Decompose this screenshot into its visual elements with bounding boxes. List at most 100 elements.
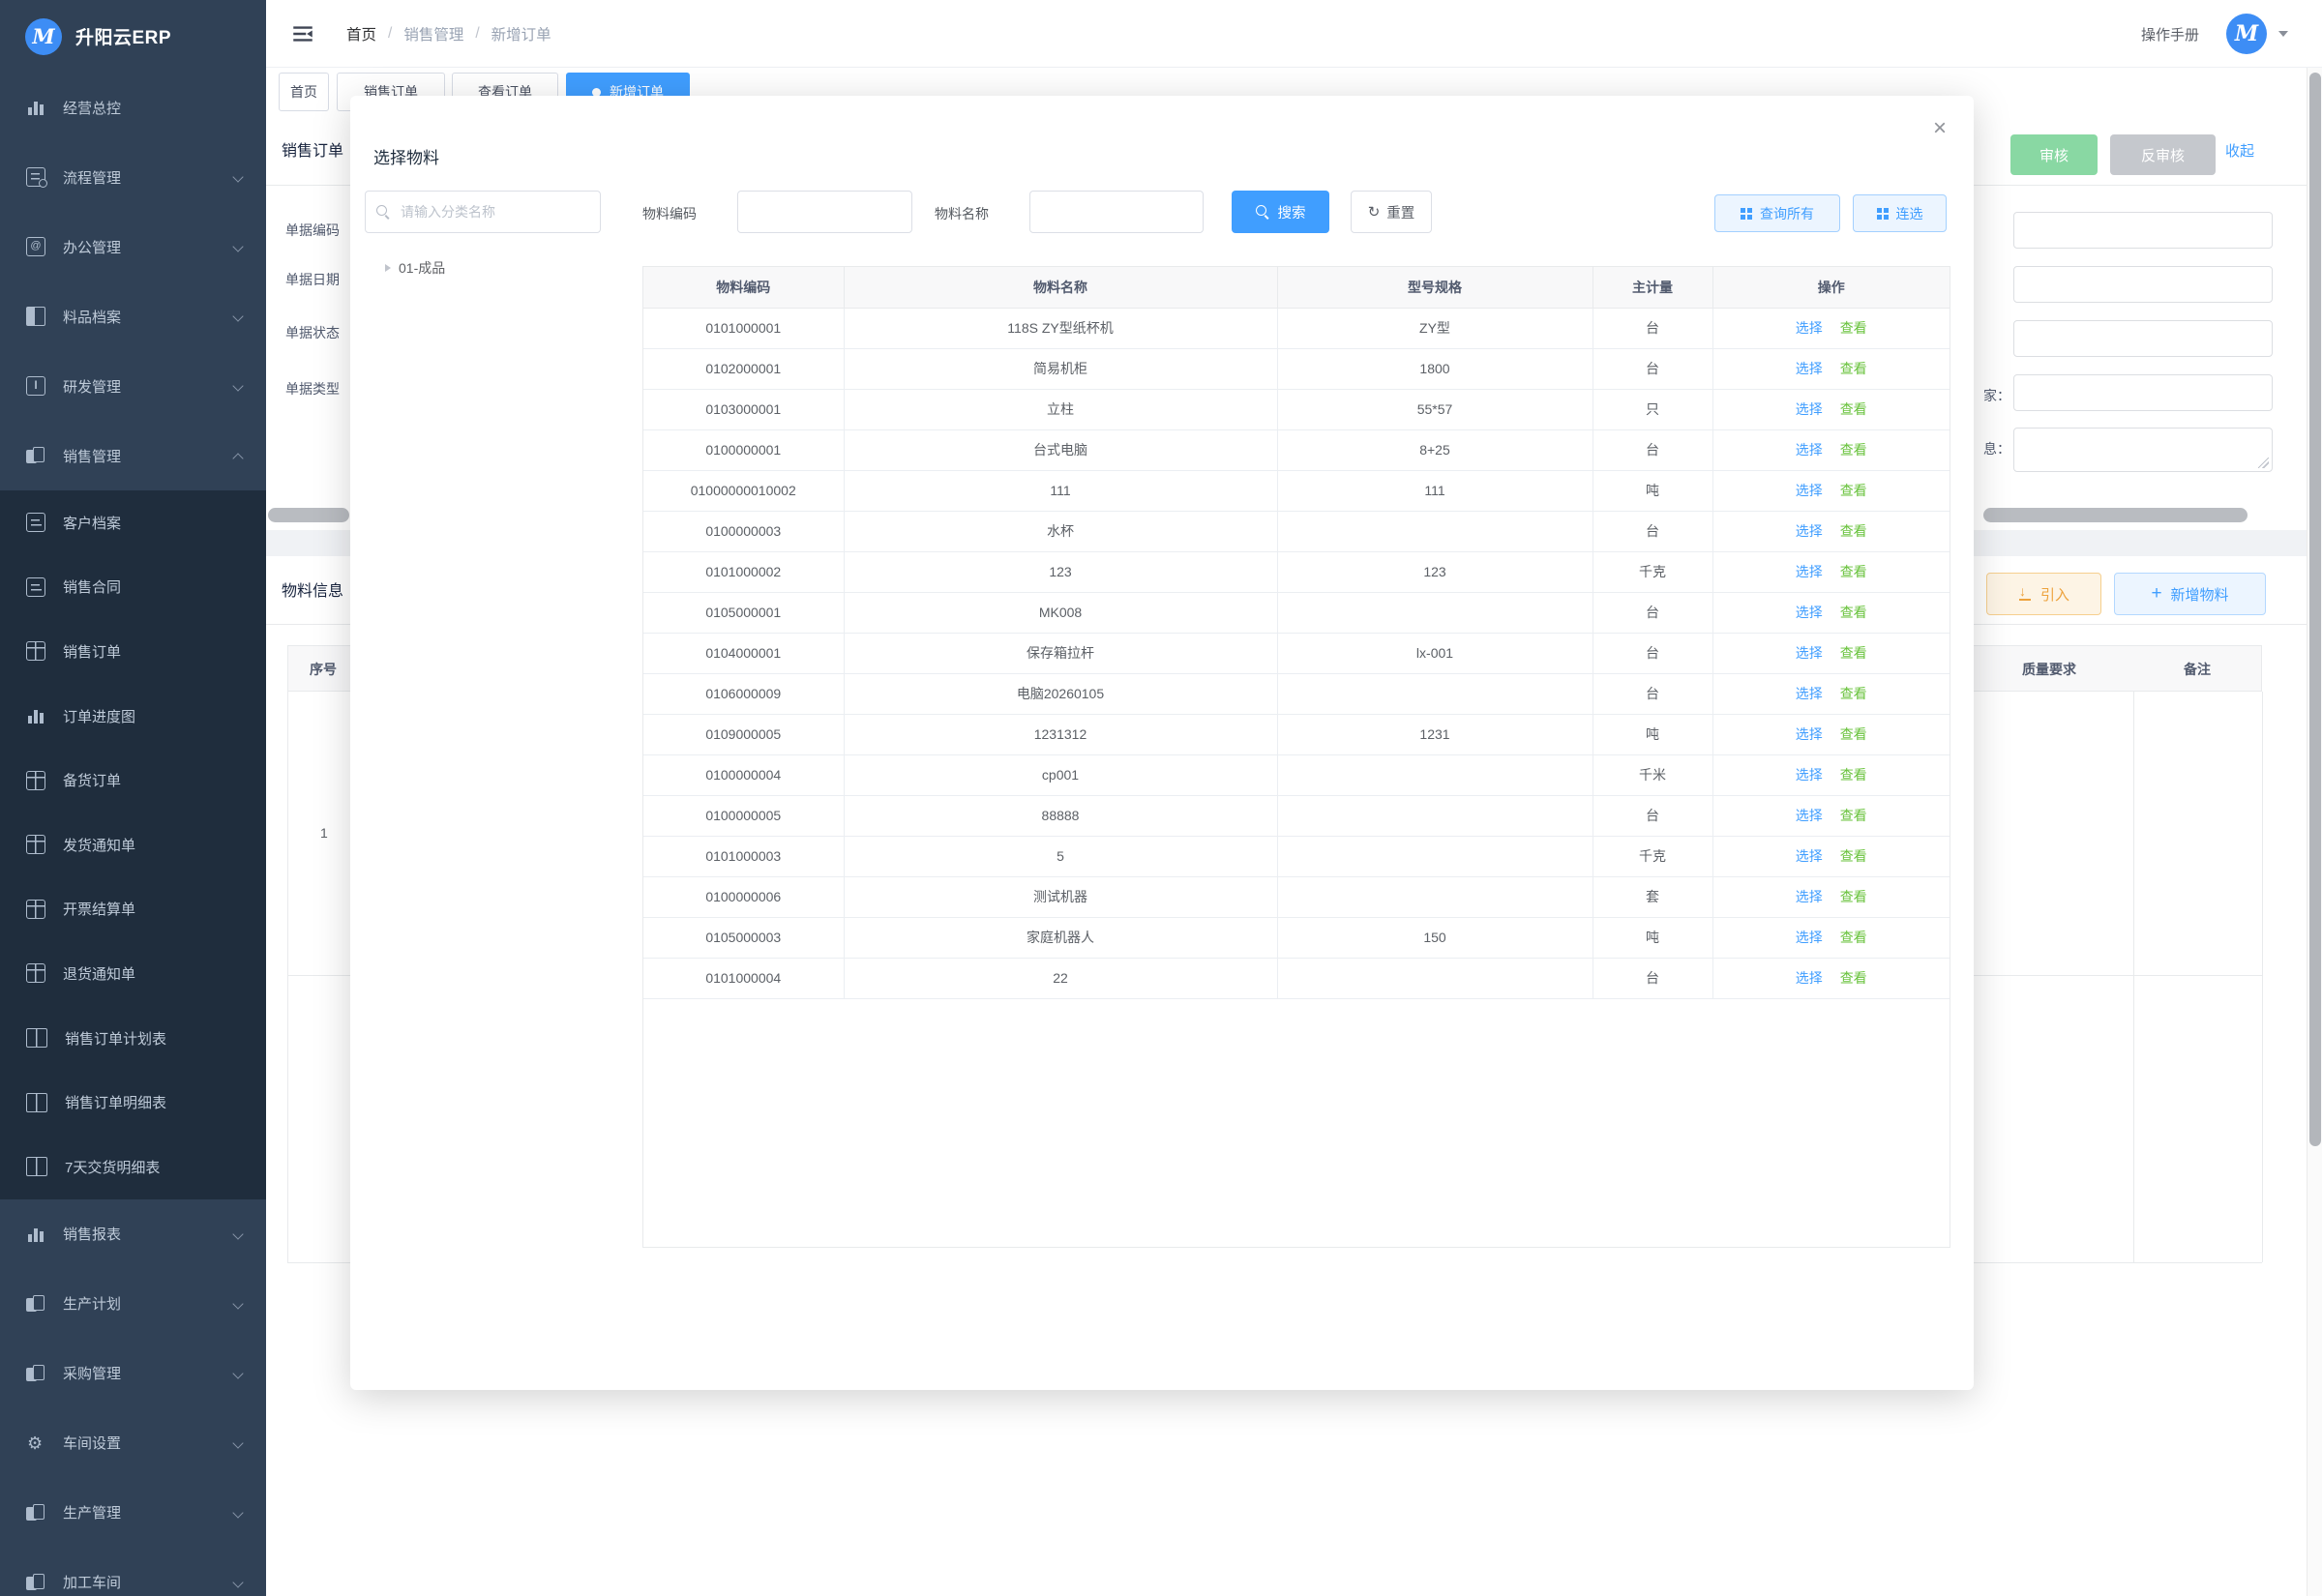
sidebar-item[interactable]: 料品档案 bbox=[0, 281, 266, 351]
view-link[interactable]: 查看 bbox=[1840, 483, 1867, 498]
sidebar-fold-icon[interactable] bbox=[290, 21, 315, 46]
unaudit-button[interactable]: 反审核 bbox=[2110, 134, 2216, 175]
sidebar-item[interactable]: 办公管理 bbox=[0, 212, 266, 281]
select-link[interactable]: 选择 bbox=[1796, 564, 1823, 579]
sidebar-subitem[interactable]: 销售合同 bbox=[0, 555, 266, 620]
select-link[interactable]: 选择 bbox=[1796, 726, 1823, 742]
view-link[interactable]: 查看 bbox=[1840, 808, 1867, 823]
vertical-scrollbar[interactable] bbox=[2307, 68, 2322, 1596]
sidebar-subitem[interactable]: 销售订单明细表 bbox=[0, 1070, 266, 1135]
select-link[interactable]: 选择 bbox=[1796, 401, 1823, 417]
cell-actions: 选择 查看 bbox=[1712, 551, 1950, 592]
view-link[interactable]: 查看 bbox=[1840, 889, 1867, 904]
select-link[interactable]: 选择 bbox=[1796, 361, 1823, 376]
tab-home[interactable]: 首页 bbox=[279, 73, 329, 111]
select-link[interactable]: 选择 bbox=[1796, 767, 1823, 783]
breadcrumb-home[interactable]: 首页 bbox=[346, 23, 376, 44]
cell-actions: 选择 查看 bbox=[1712, 836, 1950, 876]
sidebar-item[interactable]: 研发管理 bbox=[0, 351, 266, 421]
select-link[interactable]: 选择 bbox=[1796, 320, 1823, 336]
tree-expand-icon[interactable] bbox=[385, 264, 391, 272]
query-all-button[interactable]: 查询所有 bbox=[1714, 194, 1840, 232]
sidebar-item[interactable]: 销售管理 bbox=[0, 421, 266, 490]
table-row: 0104000001 保存箱拉杆 lx-001 台 选择 查看 bbox=[643, 633, 1950, 673]
resize-grip-icon[interactable] bbox=[2258, 458, 2269, 468]
form-input[interactable] bbox=[2013, 320, 2273, 357]
view-link[interactable]: 查看 bbox=[1840, 523, 1867, 539]
multi-select-button[interactable]: 连选 bbox=[1853, 194, 1947, 232]
sidebar-subitem[interactable]: 发货通知单 bbox=[0, 813, 266, 877]
view-link[interactable]: 查看 bbox=[1840, 401, 1867, 417]
sidebar-subitem[interactable]: 销售订单计划表 bbox=[0, 1006, 266, 1071]
horizontal-scrollbar-thumb[interactable] bbox=[1983, 508, 2248, 522]
user-menu-caret-icon[interactable] bbox=[2278, 31, 2288, 37]
sidebar-subitem[interactable]: 销售订单 bbox=[0, 619, 266, 684]
form-input[interactable] bbox=[2013, 374, 2273, 411]
view-link[interactable]: 查看 bbox=[1840, 320, 1867, 336]
sidebar-subitem[interactable]: 订单进度图 bbox=[0, 684, 266, 749]
add-material-button[interactable]: +新增物料 bbox=[2114, 573, 2266, 615]
sidebar-item[interactable]: 生产管理 bbox=[0, 1478, 266, 1548]
category-search-input[interactable] bbox=[365, 191, 601, 233]
close-icon[interactable]: × bbox=[1933, 117, 1947, 140]
select-link[interactable]: 选择 bbox=[1796, 442, 1823, 458]
select-link[interactable]: 选择 bbox=[1796, 483, 1823, 498]
breadcrumb-sales[interactable]: 销售管理 bbox=[403, 23, 463, 44]
audit-button[interactable]: 审核 bbox=[2010, 134, 2098, 175]
view-link[interactable]: 查看 bbox=[1840, 361, 1867, 376]
sidebar-subitem[interactable]: 客户档案 bbox=[0, 490, 266, 555]
sidebar-subitem[interactable]: 备货订单 bbox=[0, 748, 266, 813]
import-button[interactable]: 引入 bbox=[1986, 573, 2101, 615]
form-input[interactable] bbox=[2013, 266, 2273, 303]
cell-spec bbox=[1277, 754, 1593, 795]
manual-link[interactable]: 操作手册 bbox=[2141, 24, 2199, 44]
plus-icon: + bbox=[2151, 583, 2161, 605]
view-link[interactable]: 查看 bbox=[1840, 645, 1867, 661]
sidebar-item-label: 销售报表 bbox=[63, 1224, 121, 1244]
sidebar-item[interactable]: 生产计划 bbox=[0, 1269, 266, 1339]
view-link[interactable]: 查看 bbox=[1840, 442, 1867, 458]
view-link[interactable]: 查看 bbox=[1840, 767, 1867, 783]
select-link[interactable]: 选择 bbox=[1796, 848, 1823, 864]
sidebar-item[interactable]: 采购管理 bbox=[0, 1339, 266, 1408]
view-link[interactable]: 查看 bbox=[1840, 605, 1867, 620]
view-link[interactable]: 查看 bbox=[1840, 564, 1867, 579]
material-name-input[interactable] bbox=[1029, 191, 1204, 233]
select-link[interactable]: 选择 bbox=[1796, 645, 1823, 661]
sidebar-subitem[interactable]: 退货通知单 bbox=[0, 941, 266, 1006]
category-tree-node[interactable]: 01-成品 bbox=[385, 258, 445, 278]
select-link[interactable]: 选择 bbox=[1796, 930, 1823, 945]
form-input[interactable] bbox=[2013, 212, 2273, 249]
field-label-date: 单据日期 bbox=[285, 270, 340, 289]
select-link[interactable]: 选择 bbox=[1796, 970, 1823, 986]
view-link[interactable]: 查看 bbox=[1840, 726, 1867, 742]
select-link[interactable]: 选择 bbox=[1796, 808, 1823, 823]
chevron-icon bbox=[233, 311, 243, 321]
view-link[interactable]: 查看 bbox=[1840, 686, 1867, 701]
sidebar-item[interactable]: 流程管理 bbox=[0, 142, 266, 212]
sidebar-item[interactable]: 经营总控 bbox=[0, 73, 266, 142]
user-avatar[interactable]: M bbox=[2226, 14, 2267, 54]
sidebar-item[interactable]: 车间设置 bbox=[0, 1408, 266, 1478]
select-link[interactable]: 选择 bbox=[1796, 686, 1823, 701]
sidebar-item[interactable]: 加工车间 bbox=[0, 1548, 266, 1596]
field-label-status: 单据状态 bbox=[285, 323, 340, 342]
form-textarea[interactable] bbox=[2013, 428, 2273, 472]
view-link[interactable]: 查看 bbox=[1840, 970, 1867, 986]
sidebar-item[interactable]: 销售报表 bbox=[0, 1199, 266, 1269]
collapse-link[interactable]: 收起 bbox=[2225, 140, 2254, 161]
cell-unit: 吨 bbox=[1593, 714, 1712, 754]
horizontal-scrollbar-thumb[interactable] bbox=[268, 508, 349, 522]
view-link[interactable]: 查看 bbox=[1840, 930, 1867, 945]
search-button[interactable]: 搜索 bbox=[1232, 191, 1329, 233]
select-link[interactable]: 选择 bbox=[1796, 523, 1823, 539]
vertical-scrollbar-thumb[interactable] bbox=[2309, 73, 2321, 1146]
material-code-input[interactable] bbox=[737, 191, 912, 233]
sidebar-subitem[interactable]: 开票结算单 bbox=[0, 877, 266, 942]
select-link[interactable]: 选择 bbox=[1796, 605, 1823, 620]
reset-button[interactable]: ↻重置 bbox=[1351, 191, 1432, 233]
select-link[interactable]: 选择 bbox=[1796, 889, 1823, 904]
table-row: 0109000005 1231312 1231 吨 选择 查看 bbox=[643, 714, 1950, 754]
view-link[interactable]: 查看 bbox=[1840, 848, 1867, 864]
sidebar-subitem[interactable]: 7天交货明细表 bbox=[0, 1135, 266, 1199]
